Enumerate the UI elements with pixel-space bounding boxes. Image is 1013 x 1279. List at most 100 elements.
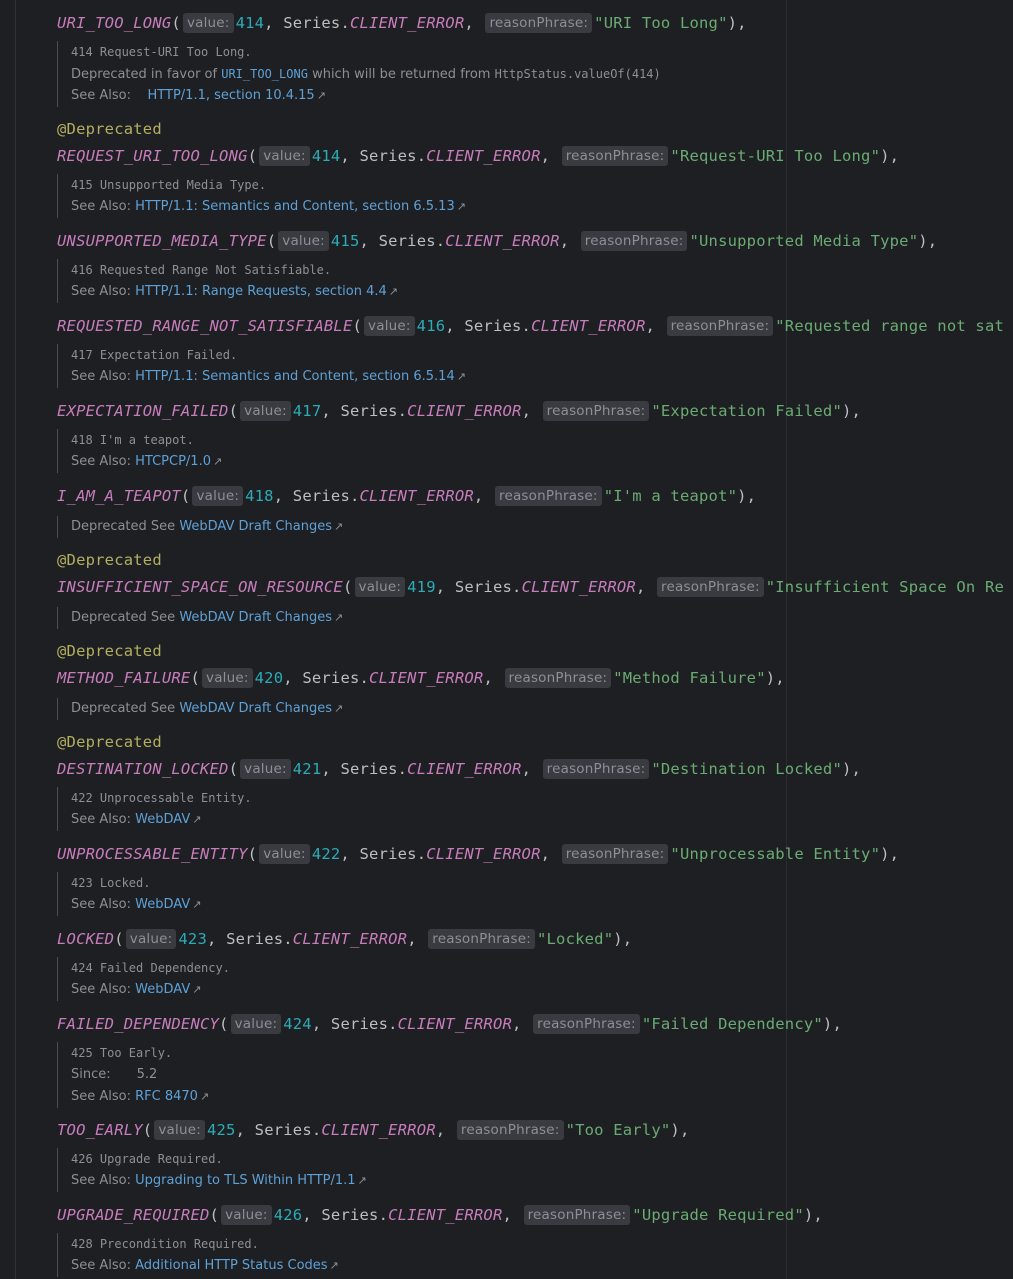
external-link-icon: ↗ [456, 200, 466, 213]
constant-value: 426 [273, 1206, 303, 1224]
doc-link[interactable]: WebDAV [135, 812, 190, 827]
enum-constant-requested-range[interactable]: REQUESTED_RANGE_NOT_SATISFIABLE(value: 41… [57, 315, 1004, 337]
see-also-label: See Also: [71, 369, 131, 384]
doc-link[interactable]: HTTP/1.1: Semantics and Content, section… [135, 369, 455, 384]
param-hint-value: value: [221, 1205, 272, 1225]
external-link-icon: ↗ [456, 370, 466, 383]
right-margin-guide [786, 0, 787, 1279]
reason-phrase: "Unprocessable Entity" [670, 845, 881, 863]
external-link-icon: ↗ [199, 1090, 210, 1103]
doc-link[interactable]: HTTP/1.1, section 10.4.15 [148, 88, 315, 103]
doc-link[interactable]: WebDAV [135, 982, 190, 997]
enum-constant-uri-too-long[interactable]: URI_TOO_LONG(value: 414, Series.CLIENT_ER… [57, 12, 747, 34]
external-link-icon: ↗ [212, 455, 223, 468]
punctuation: ), [880, 845, 900, 863]
series-prefix: Series. [464, 317, 532, 335]
constant-name: REQUEST_URI_TOO_LONG [57, 147, 248, 165]
doc-see-also: See Also: HTCPCP/1.0 ↗ [71, 451, 222, 473]
doc-link[interactable]: HTTP/1.1: Range Requests, section 4.4 [135, 284, 387, 299]
series-prefix: Series. [359, 147, 427, 165]
javadoc-precondition-required: 428 Precondition Required. See Also: Add… [57, 1233, 339, 1277]
enum-constant-request-uri-too-long[interactable]: REQUEST_URI_TOO_LONG(value: 414, Series.C… [57, 145, 899, 167]
reason-phrase: "I'm a teapot" [603, 487, 738, 505]
doc-summary: 414 Request-URI Too Long. [71, 45, 252, 59]
param-hint-value: value: [259, 146, 310, 166]
external-link-icon: ↗ [192, 983, 202, 996]
doc-link[interactable]: WebDAV Draft Changes [179, 519, 332, 534]
constant-value: 425 [206, 1121, 236, 1139]
series-constant: CLIENT_ERROR [407, 760, 522, 778]
param-hint-value: value: [230, 1014, 282, 1034]
series-prefix: Series. [321, 1206, 389, 1224]
punctuation: ), [841, 760, 862, 778]
enum-constant-teapot[interactable]: I_AM_A_TEAPOT(value: 418, Series.CLIENT_E… [57, 485, 756, 507]
constant-value: 424 [283, 1015, 312, 1033]
doc-summary: 423 Locked. [71, 876, 151, 890]
reason-phrase: "Too Early" [565, 1121, 671, 1139]
doc-link[interactable]: WebDAV Draft Changes [179, 701, 332, 716]
constant-name: REQUESTED_RANGE_NOT_SATISFIABLE [57, 317, 353, 335]
constant-value: 414 [235, 14, 265, 32]
doc-link[interactable]: Upgrading to TLS Within HTTP/1.1 [135, 1173, 355, 1188]
enum-constant-too-early[interactable]: TOO_EARLY(value: 425, Series.CLIENT_ERROR… [57, 1119, 690, 1141]
doc-deprecated: Deprecated See WebDAV Draft Changes ↗ [71, 607, 343, 629]
doc-code-link[interactable]: URI_TOO_LONG [221, 67, 308, 81]
external-link-icon: ↗ [316, 89, 326, 102]
javadoc-locked: 423 Locked. See Also: WebDAV ↗ [57, 872, 201, 916]
external-link-icon: ↗ [192, 898, 202, 911]
enum-constant-locked[interactable]: LOCKED(value: 423, Series.CLIENT_ERROR, r… [57, 928, 632, 950]
doc-deprecated: Deprecated See WebDAV Draft Changes ↗ [71, 698, 343, 720]
deprecated-annotation: @Deprecated [57, 733, 162, 751]
constant-value: 414 [311, 147, 341, 165]
doc-link[interactable]: HTTP/1.1: Semantics and Content, section… [135, 199, 455, 214]
enum-constant-unprocessable-entity[interactable]: UNPROCESSABLE_ENTITY(value: 422, Series.C… [57, 843, 899, 865]
series-prefix: Series. [340, 760, 408, 778]
doc-see-also: See Also: HTTP/1.1: Semantics and Conten… [71, 366, 466, 388]
enum-constant-insufficient-space[interactable]: INSUFFICIENT_SPACE_ON_RESOURCE(value: 419… [57, 576, 1004, 598]
constant-value: 421 [292, 760, 322, 778]
reason-phrase: "Destination Locked" [651, 760, 842, 778]
doc-summary: 416 Requested Range Not Satisfiable. [71, 263, 332, 277]
series-prefix: Series. [340, 402, 408, 420]
param-hint-value: value: [202, 668, 253, 688]
constant-name: UNSUPPORTED_MEDIA_TYPE [57, 232, 267, 250]
series-prefix: Series. [292, 487, 360, 505]
enum-constant-method-failure[interactable]: METHOD_FAILURE(value: 420, Series.CLIENT_… [57, 667, 785, 689]
series-prefix: Series. [226, 930, 293, 948]
punctuation: ), [841, 402, 862, 420]
doc-link[interactable]: WebDAV [135, 897, 190, 912]
series-prefix: Series. [254, 1121, 322, 1139]
reason-phrase: "Requested range not sat [775, 317, 1005, 335]
reason-phrase: "Request-URI Too Long" [670, 147, 881, 165]
constant-name: METHOD_FAILURE [57, 669, 191, 687]
doc-since: Since: 5.2 [71, 1064, 209, 1086]
doc-link[interactable]: HTCPCP/1.0 [135, 454, 211, 469]
enum-constant-expectation-failed[interactable]: EXPECTATION_FAILED(value: 417, Series.CLI… [57, 400, 861, 422]
enum-constant-upgrade-required[interactable]: UPGRADE_REQUIRED(value: 426, Series.CLIEN… [57, 1204, 823, 1226]
javadoc-unprocessable-entity: 422 Unprocessable Entity. See Also: WebD… [57, 787, 252, 831]
constant-name: TOO_EARLY [57, 1121, 143, 1139]
doc-summary: 415 Unsupported Media Type. [71, 178, 267, 192]
series-prefix: Series. [454, 578, 522, 596]
series-constant: CLIENT_ERROR [445, 232, 560, 250]
series-constant: CLIENT_ERROR [521, 578, 636, 596]
doc-link[interactable]: Additional HTTP Status Codes [135, 1258, 327, 1273]
javadoc-insufficient-space: Deprecated See WebDAV Draft Changes ↗ [57, 516, 343, 538]
see-also-label: See Also: [71, 454, 131, 469]
external-link-icon: ↗ [333, 702, 344, 715]
doc-summary: 425 Too Early. [71, 1046, 173, 1060]
constant-value: 420 [254, 669, 284, 687]
javadoc-teapot: 418 I'm a teapot. See Also: HTCPCP/1.0 ↗ [57, 429, 222, 473]
series-constant: CLIENT_ERROR [369, 669, 484, 687]
doc-see-also: See Also: HTTP/1.1: Semantics and Conten… [71, 196, 466, 218]
enum-constant-destination-locked[interactable]: DESTINATION_LOCKED(value: 421, Series.CLI… [57, 758, 861, 780]
doc-text: Deprecated See [71, 519, 176, 534]
doc-link[interactable]: RFC 8470 [135, 1089, 198, 1104]
deprecated-annotation: @Deprecated [57, 120, 162, 138]
punctuation: ), [918, 232, 938, 250]
doc-link[interactable]: WebDAV Draft Changes [179, 610, 332, 625]
doc-text: Deprecated See [71, 610, 176, 625]
enum-constant-unsupported-media-type[interactable]: UNSUPPORTED_MEDIA_TYPE(value: 415, Series… [57, 230, 937, 252]
constant-value: 415 [330, 232, 360, 250]
enum-constant-failed-dependency[interactable]: FAILED_DEPENDENCY(value: 424, Series.CLIE… [57, 1013, 842, 1035]
